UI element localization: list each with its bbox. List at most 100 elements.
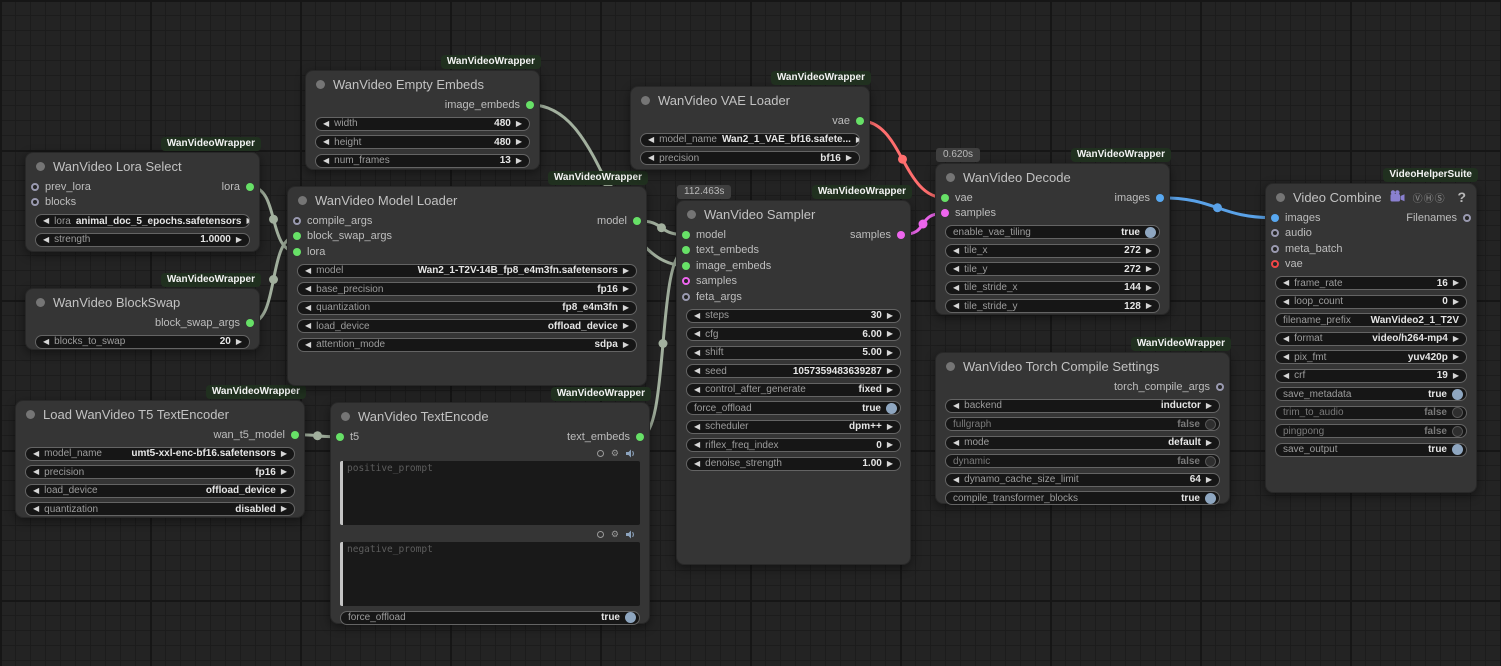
- stepper-right-icon[interactable]: ▶: [623, 285, 629, 293]
- collapse-dot[interactable]: [946, 362, 955, 371]
- widget-pingpong[interactable]: pingpongfalse: [1275, 424, 1467, 438]
- output-port-images[interactable]: images: [1115, 190, 1169, 206]
- widget-loop-count[interactable]: ◀loop_count0▶: [1275, 295, 1467, 309]
- negative-prompt-textarea[interactable]: [340, 542, 640, 606]
- port-dot[interactable]: [1463, 214, 1471, 222]
- stepper-left-icon[interactable]: ◀: [953, 302, 959, 310]
- stepper-left-icon[interactable]: ◀: [43, 338, 49, 346]
- port-dot[interactable]: [1271, 245, 1279, 253]
- stepper-left-icon[interactable]: ◀: [1283, 372, 1289, 380]
- node-title-bar[interactable]: WanVideo Lora Select: [26, 153, 259, 179]
- stepper-right-icon[interactable]: ▶: [281, 487, 287, 495]
- widget-save-metadata[interactable]: save_metadatatrue: [1275, 387, 1467, 401]
- port-dot[interactable]: [682, 262, 690, 270]
- stepper-right-icon[interactable]: ▶: [236, 338, 242, 346]
- widget-tile-stride-x[interactable]: ◀tile_stride_x144▶: [945, 281, 1160, 295]
- node-title-bar[interactable]: WanVideo Torch Compile Settings: [936, 353, 1229, 379]
- output-port-block-swap-args[interactable]: block_swap_args: [155, 315, 259, 331]
- node-sampler[interactable]: WanVideoWrapper112.463sWanVideo Samplerm…: [676, 200, 911, 565]
- widget-quantization[interactable]: ◀quantizationdisabled▶: [25, 502, 295, 516]
- input-port-meta-batch[interactable]: meta_batch: [1266, 241, 1476, 257]
- stepper-right-icon[interactable]: ▶: [1206, 439, 1212, 447]
- stepper-right-icon[interactable]: ▶: [281, 468, 287, 476]
- port-dot[interactable]: [682, 293, 690, 301]
- widget-shift[interactable]: ◀shift5.00▶: [686, 346, 901, 360]
- widget-force-offload[interactable]: force_offloadtrue: [686, 401, 901, 415]
- port-dot[interactable]: [856, 117, 864, 125]
- stepper-left-icon[interactable]: ◀: [648, 154, 654, 162]
- widget-base-precision[interactable]: ◀base_precisionfp16▶: [297, 282, 637, 296]
- stepper-left-icon[interactable]: ◀: [953, 284, 959, 292]
- port-dot[interactable]: [1271, 214, 1279, 222]
- positive-prompt-textarea[interactable]: [340, 461, 640, 525]
- output-port-lora[interactable]: lora: [222, 179, 259, 195]
- toggle-knob-icon[interactable]: [1205, 419, 1216, 430]
- stepper-right-icon[interactable]: ▶: [1453, 279, 1459, 287]
- node-title-bar[interactable]: WanVideo Sampler: [677, 201, 910, 227]
- stepper-right-icon[interactable]: ▶: [887, 312, 893, 320]
- node-title-bar[interactable]: WanVideo Model Loader: [288, 187, 646, 213]
- node-title-bar[interactable]: WanVideo BlockSwap: [26, 289, 259, 315]
- widget-width[interactable]: ◀width480▶: [315, 117, 530, 131]
- port-dot[interactable]: [682, 231, 690, 239]
- port-dot[interactable]: [336, 433, 344, 441]
- port-dot[interactable]: [31, 198, 39, 206]
- stepper-left-icon[interactable]: ◀: [694, 349, 700, 357]
- widget-frame-rate[interactable]: ◀frame_rate16▶: [1275, 276, 1467, 290]
- port-dot[interactable]: [636, 433, 644, 441]
- toggle-knob-icon[interactable]: [1205, 456, 1216, 467]
- circle-icon[interactable]: [597, 450, 604, 457]
- node-title-bar[interactable]: WanVideo Empty Embeds: [306, 71, 539, 97]
- widget-fullgraph[interactable]: fullgraphfalse: [945, 417, 1220, 431]
- port-dot[interactable]: [682, 246, 690, 254]
- stepper-left-icon[interactable]: ◀: [694, 441, 700, 449]
- link-midpoint-dot[interactable]: [659, 339, 668, 348]
- stepper-left-icon[interactable]: ◀: [323, 138, 329, 146]
- widget-format[interactable]: ◀formatvideo/h264-mp4▶: [1275, 332, 1467, 346]
- node-vae-loader[interactable]: WanVideoWrapperWanVideo VAE Loadervae◀mo…: [630, 86, 870, 170]
- node-title-bar[interactable]: WanVideo VAE Loader: [631, 87, 869, 113]
- toggle-knob-icon[interactable]: [1452, 444, 1463, 455]
- port-dot[interactable]: [246, 183, 254, 191]
- stepper-right-icon[interactable]: ▶: [1146, 284, 1152, 292]
- port-dot[interactable]: [1156, 194, 1164, 202]
- widget-mode[interactable]: ◀modedefault▶: [945, 436, 1220, 450]
- stepper-left-icon[interactable]: ◀: [33, 487, 39, 495]
- stepper-left-icon[interactable]: ◀: [953, 476, 959, 484]
- port-dot[interactable]: [682, 277, 690, 285]
- stepper-left-icon[interactable]: ◀: [43, 236, 49, 244]
- node-title-bar[interactable]: Load WanVideo T5 TextEncoder: [16, 401, 304, 427]
- output-port-samples[interactable]: samples: [850, 227, 910, 243]
- widget-strength[interactable]: ◀strength1.0000▶: [35, 233, 250, 247]
- stepper-left-icon[interactable]: ◀: [694, 460, 700, 468]
- widget-tile-stride-y[interactable]: ◀tile_stride_y128▶: [945, 299, 1160, 313]
- widget-precision[interactable]: ◀precisionfp16▶: [25, 465, 295, 479]
- output-port-wan-t5-model[interactable]: wan_t5_model: [213, 427, 304, 443]
- node-blockswap[interactable]: WanVideoWrapperWanVideo BlockSwapblock_s…: [25, 288, 260, 350]
- port-dot[interactable]: [633, 217, 641, 225]
- widget-save-output[interactable]: save_outputtrue: [1275, 443, 1467, 457]
- port-dot[interactable]: [1271, 229, 1279, 237]
- stepper-right-icon[interactable]: ▶: [246, 217, 250, 225]
- widget-filename-prefix[interactable]: filename_prefixWanVideo2_1_T2V: [1275, 313, 1467, 327]
- widget-quantization[interactable]: ◀quantizationfp8_e4m3fn▶: [297, 301, 637, 315]
- stepper-left-icon[interactable]: ◀: [953, 265, 959, 273]
- collapse-dot[interactable]: [36, 162, 45, 171]
- stepper-left-icon[interactable]: ◀: [953, 402, 959, 410]
- stepper-right-icon[interactable]: ▶: [236, 236, 242, 244]
- node-title-bar[interactable]: WanVideo Decode: [936, 164, 1169, 190]
- widget-riflex-freq-index[interactable]: ◀riflex_freq_index0▶: [686, 438, 901, 452]
- widget-model-name[interactable]: ◀model_nameWan2_1_VAE_bf16.safete...▶: [640, 133, 860, 147]
- output-port-torch-compile-args[interactable]: torch_compile_args: [1114, 379, 1229, 395]
- widget-dynamo-cache-size-limit[interactable]: ◀dynamo_cache_size_limit64▶: [945, 473, 1220, 487]
- link-midpoint-dot[interactable]: [269, 215, 278, 224]
- port-dot[interactable]: [293, 248, 301, 256]
- speaker-icon[interactable]: [626, 526, 636, 544]
- input-port-samples[interactable]: samples: [677, 274, 910, 290]
- stepper-left-icon[interactable]: ◀: [305, 267, 311, 275]
- port-dot[interactable]: [293, 217, 301, 225]
- stepper-left-icon[interactable]: ◀: [648, 136, 654, 144]
- input-port-feta-args[interactable]: feta_args: [677, 289, 910, 305]
- stepper-right-icon[interactable]: ▶: [623, 322, 629, 330]
- widget-compile-transformer-blocks[interactable]: compile_transformer_blockstrue: [945, 491, 1220, 505]
